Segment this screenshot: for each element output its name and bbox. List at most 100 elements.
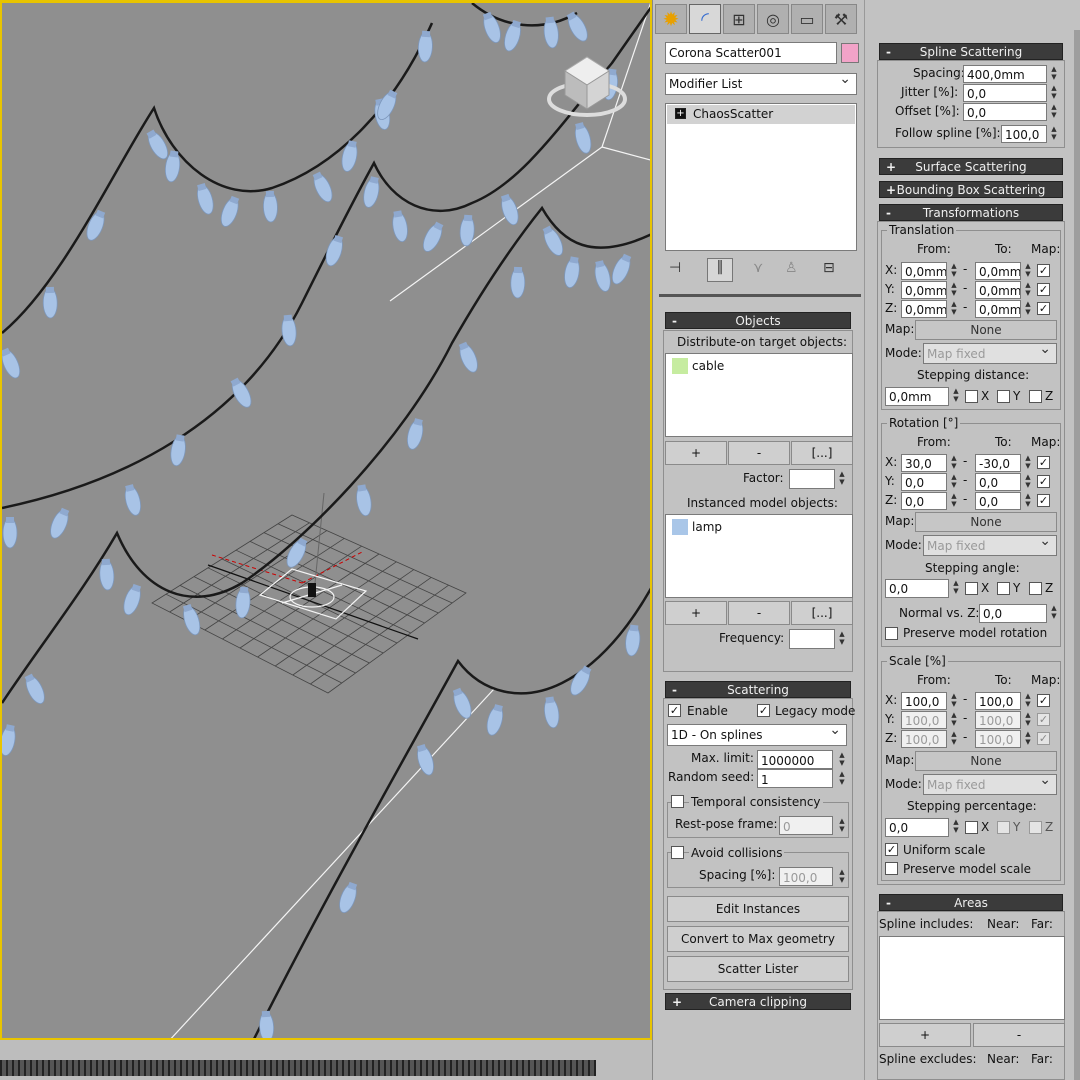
translation-to-field[interactable]: 0,0mm: [975, 262, 1021, 280]
lamp-instance[interactable]: [228, 376, 255, 410]
scale-from-field[interactable]: 100,0: [901, 692, 947, 710]
spinner-icon[interactable]: ▲ ▼: [949, 300, 959, 318]
lamp-instance[interactable]: [323, 234, 346, 268]
lamp-instance[interactable]: [194, 182, 216, 216]
lamp-instance[interactable]: [562, 256, 581, 289]
scale-map-checkbox[interactable]: ✓: [1037, 732, 1050, 745]
edit-instances-button[interactable]: Edit Instances: [667, 896, 849, 922]
spline-spacing-field[interactable]: 400,0mm: [963, 65, 1047, 83]
lamp-instance[interactable]: [83, 209, 108, 243]
translation-to-field[interactable]: 0,0mm: [975, 281, 1021, 299]
object-color-swatch[interactable]: [841, 43, 859, 63]
step-x-checkbox[interactable]: [965, 582, 978, 595]
rotation-mode-dropdown[interactable]: Map fixed: [923, 533, 1057, 556]
spinner-icon[interactable]: ▲ ▼: [949, 262, 959, 280]
scale-map-button[interactable]: None: [915, 751, 1057, 771]
create-tab[interactable]: ✹: [655, 4, 687, 34]
spinner-icon[interactable]: ▲ ▼: [837, 751, 847, 769]
step-x-checkbox[interactable]: [965, 390, 978, 403]
jitter-field[interactable]: 0,0: [963, 84, 1047, 102]
spinner-icon[interactable]: ▲ ▼: [1049, 604, 1059, 622]
lamp-instance[interactable]: [144, 128, 172, 162]
lamp-instance[interactable]: [609, 252, 634, 286]
cable-spline[interactable]: [2, 205, 652, 704]
lamp-instance[interactable]: [121, 583, 144, 617]
remove-include-button[interactable]: -: [973, 1023, 1065, 1047]
lamp-instance[interactable]: [340, 140, 360, 173]
panel-scrollbar[interactable]: [1074, 30, 1080, 1080]
remove-modifier-icon[interactable]: ♙: [785, 260, 798, 276]
add-model-button[interactable]: +: [665, 601, 727, 625]
instanced-item[interactable]: lamp: [692, 520, 722, 534]
lamp-instance[interactable]: [42, 286, 58, 319]
rotation-from-field[interactable]: 30,0: [901, 454, 947, 472]
lamp-instance[interactable]: [180, 603, 203, 637]
factor-field[interactable]: [789, 469, 835, 489]
stepping-angle-field[interactable]: 0,0: [885, 579, 949, 598]
step-y-checkbox[interactable]: [997, 821, 1010, 834]
utilities-tab[interactable]: ⚒: [825, 4, 857, 34]
spinner-icon[interactable]: ▲ ▼: [1023, 281, 1033, 299]
remove-target-button[interactable]: -: [728, 441, 790, 465]
cable-spline[interactable]: [2, 22, 434, 334]
lamp-instance[interactable]: [310, 170, 336, 204]
translation-to-field[interactable]: 0,0mm: [975, 300, 1021, 318]
hierarchy-tab[interactable]: ⊞: [723, 4, 755, 34]
spinner-icon[interactable]: ▲ ▼: [1049, 65, 1059, 83]
modifier-list-dropdown[interactable]: Modifier List: [665, 71, 857, 95]
normal-vs-z-field[interactable]: 0,0: [979, 604, 1047, 623]
modifier-stack[interactable]: + ChaosScatter: [665, 103, 857, 251]
lamp-instance[interactable]: [122, 483, 143, 516]
spinner-icon[interactable]: ▲ ▼: [1023, 262, 1033, 280]
spinner-icon[interactable]: ▲ ▼: [949, 730, 959, 748]
step-y-checkbox[interactable]: [997, 390, 1010, 403]
scale-map-checkbox[interactable]: ✓: [1037, 713, 1050, 726]
scale-map-checkbox[interactable]: ✓: [1037, 694, 1050, 707]
rotation-to-field[interactable]: 0,0: [975, 492, 1021, 510]
scale-from-field[interactable]: 100,0: [901, 730, 947, 748]
translation-from-field[interactable]: 0,0mm: [901, 262, 947, 280]
time-slider[interactable]: [0, 1040, 652, 1080]
track-bar[interactable]: [0, 1060, 596, 1076]
areas-header[interactable]: - Areas: [879, 894, 1063, 911]
lamp-instance[interactable]: [47, 507, 72, 541]
spinner-icon[interactable]: ▲ ▼: [949, 454, 959, 472]
spinner-icon[interactable]: ▲ ▼: [837, 770, 847, 788]
spinner-icon[interactable]: ▲ ▼: [837, 630, 847, 648]
spinner-icon[interactable]: ▲ ▼: [1023, 300, 1033, 318]
lamp-instance[interactable]: [2, 724, 18, 757]
follow-spline-field[interactable]: 100,0: [1001, 125, 1047, 143]
show-end-result-icon[interactable]: ‖: [707, 258, 733, 282]
expand-icon[interactable]: +: [675, 108, 686, 119]
lamp-instance[interactable]: [169, 434, 188, 467]
lamp-instance[interactable]: [417, 30, 434, 63]
spinner-icon[interactable]: ▲ ▼: [1023, 492, 1033, 510]
spinner-icon[interactable]: ▲ ▼: [1023, 730, 1033, 748]
spinner-icon[interactable]: ▲ ▼: [1023, 454, 1033, 472]
modify-tab[interactable]: ◜: [689, 4, 721, 34]
lamp-instance[interactable]: [336, 881, 360, 915]
translation-from-field[interactable]: 0,0mm: [901, 300, 947, 318]
spinner-icon[interactable]: ▲ ▼: [949, 692, 959, 710]
spinner-icon[interactable]: ▲ ▼: [1049, 125, 1059, 143]
spinner-icon[interactable]: ▲ ▼: [1023, 692, 1033, 710]
rotation-map-button[interactable]: None: [915, 512, 1057, 532]
step-y-checkbox[interactable]: [997, 582, 1010, 595]
max-limit-field[interactable]: 1000000: [757, 750, 833, 769]
lamp-instance[interactable]: [405, 417, 426, 450]
spacing-field[interactable]: 100,0: [779, 867, 833, 886]
lamp-instance[interactable]: [390, 210, 409, 243]
distribute-list[interactable]: cable: [665, 353, 853, 437]
translation-map-checkbox[interactable]: ✓: [1037, 283, 1050, 296]
translation-map-checkbox[interactable]: ✓: [1037, 302, 1050, 315]
spinner-icon[interactable]: ▲ ▼: [951, 387, 961, 405]
bbox-scattering-header[interactable]: + Bounding Box Scattering: [879, 181, 1063, 198]
lamp-instance[interactable]: [572, 121, 594, 155]
camera-clipping-header[interactable]: + Camera clipping: [665, 993, 851, 1010]
spinner-icon[interactable]: ▲ ▼: [1049, 103, 1059, 121]
lamp-instance[interactable]: [22, 672, 48, 706]
display-tab[interactable]: ▭: [791, 4, 823, 34]
frequency-field[interactable]: [789, 629, 835, 649]
spinner-icon[interactable]: ▲ ▼: [837, 868, 847, 886]
enable-checkbox[interactable]: ✓: [668, 704, 681, 717]
